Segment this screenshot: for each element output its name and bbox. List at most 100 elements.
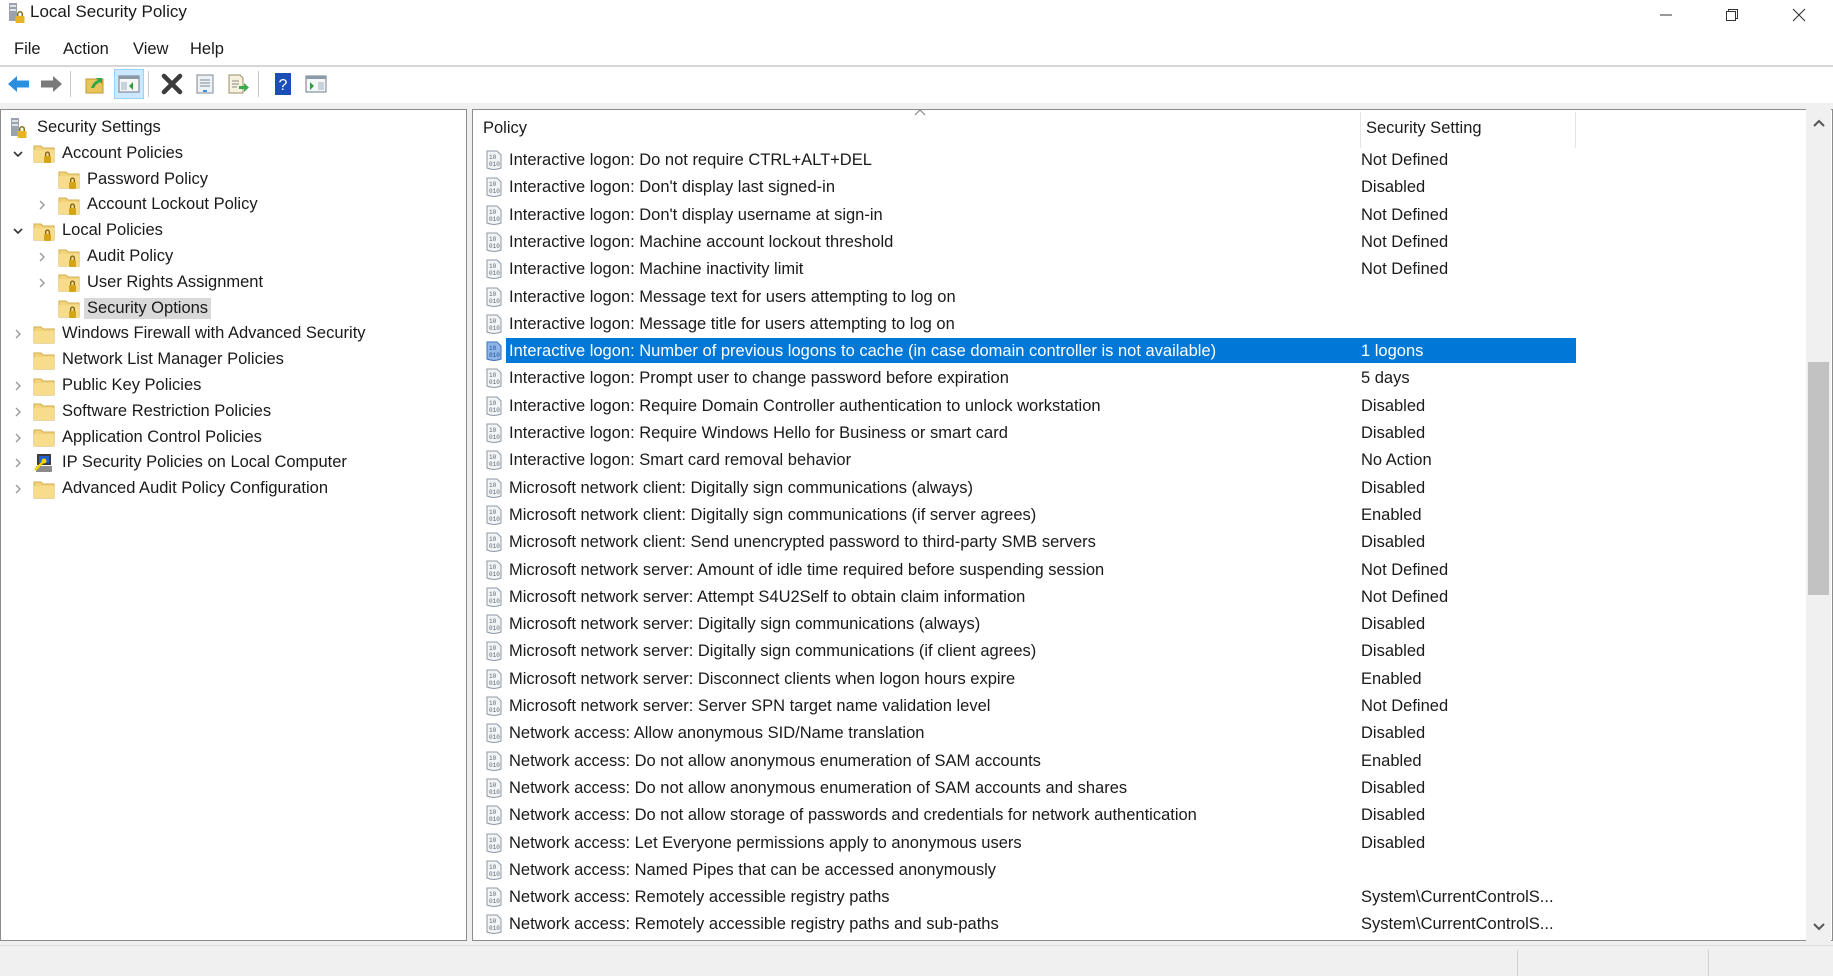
policy-row[interactable]: 10 010 Interactive logon: Don't display us… xyxy=(481,202,1832,229)
tree-item-security-options[interactable]: Security Options xyxy=(58,296,212,321)
tree-item-user-rights-assignment[interactable]: User Rights Assignment xyxy=(58,270,266,295)
policy-row[interactable]: 10 010 Network access: Remotely accessible… xyxy=(481,911,1832,938)
properties-button[interactable] xyxy=(190,69,220,99)
tree-item-ip-security-policies-on-local-computer[interactable]: IP Security Policies on Local Computer xyxy=(33,450,350,475)
chevron-down-icon[interactable] xyxy=(11,147,25,161)
policy-row[interactable]: 10 010 Network access: Allow anonymous SID… xyxy=(481,720,1832,747)
tree-item-local-policies[interactable]: Local Policies xyxy=(33,218,166,243)
vertical-scrollbar[interactable] xyxy=(1806,109,1831,941)
policy-row[interactable]: 10 010 Interactive logon: Prompt user to c… xyxy=(481,365,1832,392)
svg-text:010: 010 xyxy=(489,652,500,659)
show-hide-console-tree-button[interactable] xyxy=(114,69,144,99)
up-one-level-button[interactable] xyxy=(80,69,110,99)
export-list-button[interactable] xyxy=(223,69,253,99)
forward-button[interactable] xyxy=(36,69,66,99)
tree-item-network-list-manager-policies[interactable]: Network List Manager Policies xyxy=(33,347,287,372)
minimize-button[interactable] xyxy=(1637,0,1695,30)
chevron-right-icon[interactable] xyxy=(11,379,25,393)
security-setting-value: Disabled xyxy=(1361,615,1426,634)
scroll-down-button[interactable] xyxy=(1806,913,1831,941)
policy-setting-icon: 10 010 xyxy=(485,751,503,772)
policy-row[interactable]: 10 010 Interactive logon: Message text for… xyxy=(481,284,1832,311)
policy-row[interactable]: 10 010 Microsoft network client: Send unen… xyxy=(481,529,1832,556)
back-button[interactable] xyxy=(4,69,34,99)
tree-item-label: Advanced Audit Policy Configuration xyxy=(62,479,328,498)
chevron-down-icon[interactable] xyxy=(11,224,25,238)
policy-row[interactable]: 10 010 Interactive logon: Do not require C… xyxy=(481,147,1832,174)
policy-row[interactable]: 10 010 Microsoft network server: Amount of… xyxy=(481,557,1832,584)
chevron-right-icon[interactable] xyxy=(11,456,25,470)
policy-row[interactable]: 10 010 Network access: Do not allow anonym… xyxy=(481,748,1832,775)
svg-text:10: 10 xyxy=(489,755,497,762)
tree-item-password-policy[interactable]: Password Policy xyxy=(58,167,211,192)
policy-row[interactable]: 10 010 Network access: Do not allow anonym… xyxy=(481,775,1832,802)
policy-setting-icon: 10 010 xyxy=(485,314,503,335)
chevron-right-icon[interactable] xyxy=(35,276,49,290)
svg-text:10: 10 xyxy=(489,864,497,871)
tree-item-audit-policy[interactable]: Audit Policy xyxy=(58,244,176,269)
chevron-right-icon[interactable] xyxy=(11,431,25,445)
policy-row[interactable]: 10 010 Network access: Do not allow storag… xyxy=(481,802,1832,829)
restore-button[interactable] xyxy=(1703,0,1761,30)
policy-row[interactable]: 10 010 Interactive logon: Require Domain C… xyxy=(481,393,1832,420)
console-tree-icon xyxy=(118,75,140,93)
policy-setting-icon: 10 010 xyxy=(485,205,503,226)
policy-row[interactable]: 10 010 Microsoft network server: Digitally… xyxy=(481,638,1832,665)
svg-text:010: 010 xyxy=(489,434,500,441)
chevron-right-icon[interactable] xyxy=(35,198,49,212)
tree-item-account-policies[interactable]: Account Policies xyxy=(33,141,186,166)
help-button[interactable]: ? xyxy=(268,69,298,99)
policy-row[interactable]: 10 010 Interactive logon: Require Windows … xyxy=(481,420,1832,447)
policy-row[interactable]: 10 010 Microsoft network server: Attempt S… xyxy=(481,584,1832,611)
svg-text:010: 010 xyxy=(489,188,500,195)
policy-setting-icon: 10 010 xyxy=(485,150,503,171)
policy-setting-icon: 10 010 xyxy=(485,860,503,881)
column-header-security-setting[interactable]: Security Setting xyxy=(1366,110,1566,146)
policy-row[interactable]: 10 010 Network access: Named Pipes that ca… xyxy=(481,857,1832,884)
show-hide-action-pane-button[interactable] xyxy=(301,69,331,99)
menu-action[interactable]: Action xyxy=(63,40,109,59)
column-separator[interactable] xyxy=(1575,112,1576,148)
policy-row[interactable]: 10 010 Interactive logon: Smart card remov… xyxy=(481,447,1832,474)
policy-row[interactable]: 10 010 Microsoft network server: Digitally… xyxy=(481,611,1832,638)
tree-item-software-restriction-policies[interactable]: Software Restriction Policies xyxy=(33,399,274,424)
policy-setting-icon: 10 010 xyxy=(485,396,503,417)
ip-security-icon xyxy=(33,452,55,474)
tree-item-security-settings[interactable]: Security Settings xyxy=(8,115,164,140)
policy-row[interactable]: 10 010 Microsoft network server: Server SP… xyxy=(481,693,1832,720)
tree-item-windows-firewall-with-advanced-security[interactable]: Windows Firewall with Advanced Security xyxy=(33,321,369,346)
tree-item-account-lockout-policy[interactable]: Account Lockout Policy xyxy=(58,192,261,217)
policy-row[interactable]: 10 010 Interactive logon: Machine account … xyxy=(481,229,1832,256)
delete-button[interactable] xyxy=(157,69,187,99)
policy-row[interactable]: 10 010 Interactive logon: Message title fo… xyxy=(481,311,1832,338)
policy-row[interactable]: 10 010 Interactive logon: Machine inactivi… xyxy=(481,256,1832,283)
policy-row[interactable]: 10 010 Interactive logon: Number of previo… xyxy=(481,338,1832,365)
policy-name: Network access: Let Everyone permissions… xyxy=(509,833,1022,852)
svg-text:10: 10 xyxy=(489,318,497,325)
chevron-right-icon[interactable] xyxy=(11,405,25,419)
menu-file[interactable]: File xyxy=(14,40,41,59)
locked-folder-icon xyxy=(58,168,80,190)
scrollbar-thumb[interactable] xyxy=(1808,362,1829,595)
policy-row[interactable]: 10 010 Microsoft network server: Disconnec… xyxy=(481,666,1832,693)
security-policy-icon xyxy=(9,3,25,23)
chevron-right-icon[interactable] xyxy=(11,327,25,341)
menu-view[interactable]: View xyxy=(133,40,168,59)
menu-help[interactable]: Help xyxy=(190,40,224,59)
policy-setting-icon: 10 010 xyxy=(485,423,503,444)
column-separator[interactable] xyxy=(1360,112,1361,148)
close-button[interactable] xyxy=(1770,0,1828,30)
policy-row[interactable]: 10 010 Microsoft network client: Digitally… xyxy=(481,502,1832,529)
policy-row[interactable]: 10 010 Network access: Remotely accessible… xyxy=(481,884,1832,911)
policy-row[interactable]: 10 010 Network access: Let Everyone permis… xyxy=(481,830,1832,857)
tree-item-advanced-audit-policy-configuration[interactable]: Advanced Audit Policy Configuration xyxy=(33,476,331,501)
policy-row[interactable]: 10 010 Interactive logon: Don't display la… xyxy=(481,174,1832,201)
scroll-up-button[interactable] xyxy=(1806,109,1831,137)
tree-item-application-control-policies[interactable]: Application Control Policies xyxy=(33,425,265,450)
chevron-right-icon[interactable] xyxy=(35,250,49,264)
chevron-right-icon[interactable] xyxy=(11,482,25,496)
menu-bar: File Action View Help xyxy=(0,38,1833,64)
policy-row[interactable]: 10 010 Microsoft network client: Digitally… xyxy=(481,475,1832,502)
tree-item-public-key-policies[interactable]: Public Key Policies xyxy=(33,373,204,398)
action-pane-icon xyxy=(305,75,327,93)
